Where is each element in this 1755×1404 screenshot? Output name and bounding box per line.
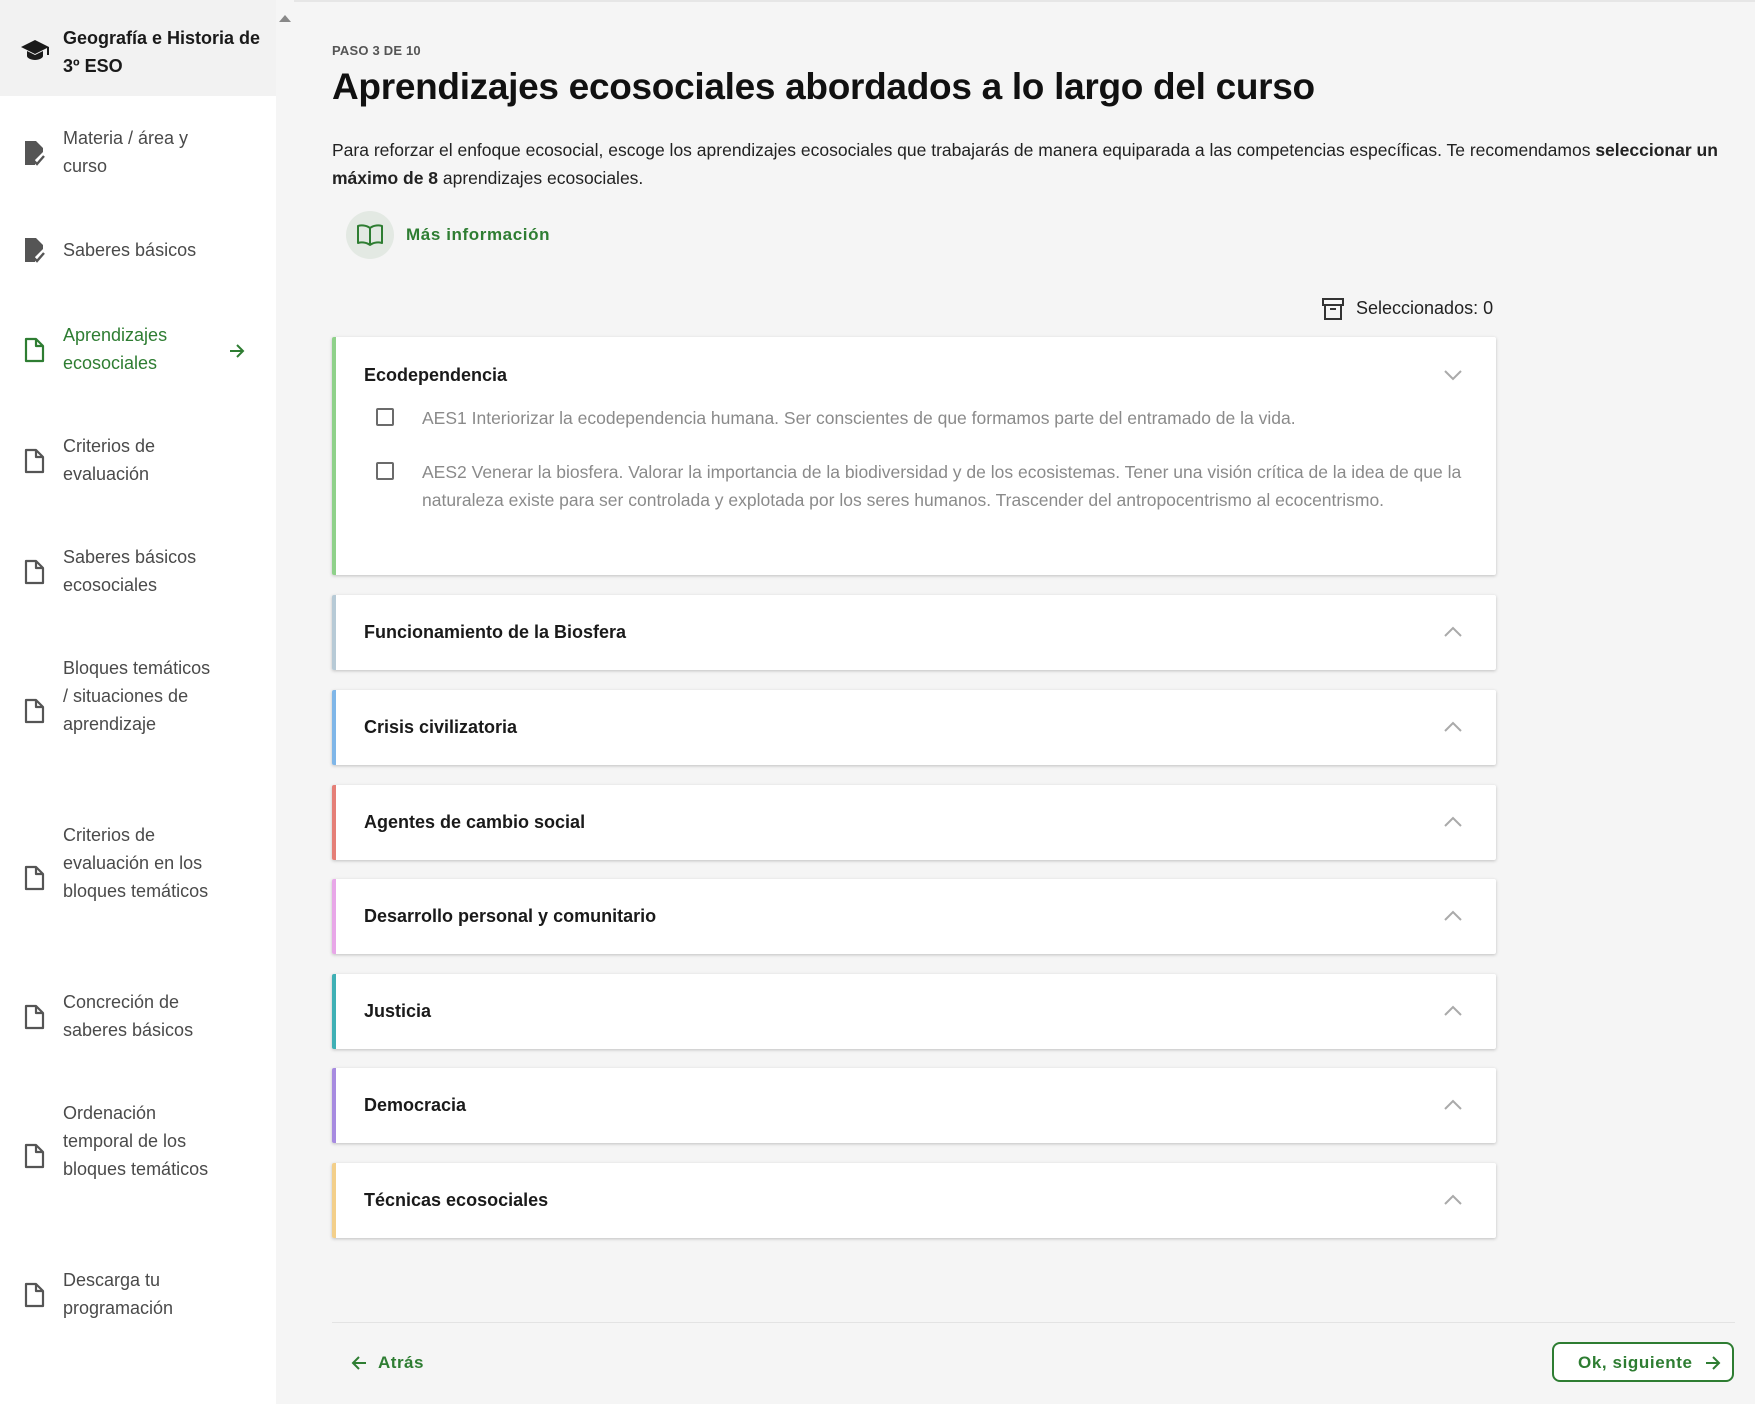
category-color-bar xyxy=(332,595,336,670)
main-content: PASO 3 DE 10 Aprendizajes ecosociales ab… xyxy=(294,0,1755,1404)
category-card-tecnicas-ecosociales[interactable]: Técnicas ecosociales xyxy=(332,1163,1496,1238)
sidebar-item-saberes-basicos[interactable]: Saberes básicos xyxy=(0,235,276,267)
learning-item-aes1: AES1 Interiorizar la ecodependencia huma… xyxy=(376,404,1476,434)
sidebar-item-saberes-basicos-ecosociales[interactable]: Saberes básicos ecosociales xyxy=(0,543,276,603)
file-icon xyxy=(24,448,45,474)
sidebar-item-label: Criterios de evaluación en los bloques t… xyxy=(63,825,209,901)
learning-item-text: AES2 Venerar la biosfera. Valorar la imp… xyxy=(422,462,1462,510)
category-title: Crisis civilizatoria xyxy=(364,717,518,737)
category-color-bar xyxy=(332,974,336,1049)
back-button-label: Atrás xyxy=(378,1353,424,1372)
category-color-bar xyxy=(332,337,336,575)
category-card-agentes-cambio-social[interactable]: Agentes de cambio social xyxy=(332,785,1496,860)
file-icon xyxy=(24,698,45,724)
arrow-right-icon xyxy=(1706,1356,1721,1370)
graduation-cap-icon xyxy=(21,40,49,60)
selected-counter: Seleccionados: 0 xyxy=(1322,296,1522,322)
sidebar-scrollbar[interactable] xyxy=(276,0,294,1404)
category-title: Democracia xyxy=(364,1095,467,1115)
category-card-justicia[interactable]: Justicia xyxy=(332,974,1496,1049)
sidebar-item-label: Ordenación temporal de los bloques temát… xyxy=(63,1103,209,1179)
file-icon xyxy=(24,337,45,363)
next-button[interactable]: Ok, siguiente xyxy=(1552,1342,1734,1382)
intro-text-part: Para reforzar el enfoque ecosocial, esco… xyxy=(332,140,1596,160)
file-icon xyxy=(24,1143,45,1169)
sidebar-item-label: Materia / área y curso xyxy=(63,128,189,176)
sidebar-item-descarga[interactable]: Descarga tu programación xyxy=(0,1266,276,1326)
category-card-desarrollo-personal[interactable]: Desarrollo personal y comunitario xyxy=(332,879,1496,954)
sidebar-item-label: Aprendizajes ecosociales xyxy=(63,325,168,373)
category-title: Agentes de cambio social xyxy=(364,812,586,832)
sidebar-item-criterios-bloques[interactable]: Criterios de evaluación en los bloques t… xyxy=(0,821,276,937)
category-color-bar xyxy=(332,1163,336,1238)
course-title: Geografía e Historia de 3º ESO xyxy=(63,28,261,76)
file-icon xyxy=(24,1004,45,1030)
category-card-crisis-civilizatoria[interactable]: Crisis civilizatoria xyxy=(332,690,1496,765)
chevron-down-icon[interactable] xyxy=(1443,369,1463,381)
category-card-funcionamiento-biosfera[interactable]: Funcionamiento de la Biosfera xyxy=(332,595,1496,670)
category-title: Técnicas ecosociales xyxy=(364,1190,549,1210)
category-title: Ecodependencia xyxy=(364,365,508,385)
checkbox[interactable] xyxy=(376,462,394,480)
sidebar-item-label: Bloques temáticos / situaciones de apren… xyxy=(63,658,211,734)
more-info-icon-circle xyxy=(346,211,394,259)
sidebar-item-bloques-tematicos[interactable]: Bloques temáticos / situaciones de apren… xyxy=(0,654,276,770)
file-icon xyxy=(24,865,45,891)
more-info-label: Más información xyxy=(406,225,551,244)
next-button-label: Ok, siguiente xyxy=(1578,1353,1693,1372)
sidebar-item-criterios-evaluacion[interactable]: Criterios de evaluación xyxy=(0,432,276,492)
file-icon xyxy=(24,559,45,585)
top-divider xyxy=(294,0,1755,2)
sidebar-item-materia[interactable]: Materia / área y curso xyxy=(0,124,276,184)
learning-item-text: AES1 Interiorizar la ecodependencia huma… xyxy=(422,408,1296,428)
category-title: Desarrollo personal y comunitario xyxy=(364,906,657,926)
learning-item-aes2: AES2 Venerar la biosfera. Valorar la imp… xyxy=(376,458,1476,542)
category-card-democracia[interactable]: Democracia xyxy=(332,1068,1496,1143)
sidebar: Geografía e Historia de 3º ESO Materia /… xyxy=(0,0,276,1404)
chevron-up-icon[interactable] xyxy=(1443,910,1463,922)
arrow-right-icon xyxy=(230,344,245,358)
sidebar-item-aprendizajes-ecosociales[interactable]: Aprendizajes ecosociales xyxy=(0,321,276,381)
chevron-up-icon[interactable] xyxy=(1443,1005,1463,1017)
sidebar-item-label: Saberes básicos ecosociales xyxy=(63,547,197,595)
sidebar-item-label: Criterios de evaluación xyxy=(63,436,156,484)
file-check-icon xyxy=(25,238,45,263)
category-color-bar xyxy=(332,785,336,860)
step-indicator: PASO 3 DE 10 xyxy=(332,43,421,58)
arrow-left-icon xyxy=(351,1356,366,1370)
chevron-up-icon[interactable] xyxy=(1443,1194,1463,1206)
category-color-bar xyxy=(332,879,336,954)
back-button[interactable]: Atrás xyxy=(350,1350,470,1376)
chevron-up-icon[interactable] xyxy=(1443,1099,1463,1111)
category-color-bar xyxy=(332,1068,336,1143)
chevron-up-icon[interactable] xyxy=(1443,816,1463,828)
sidebar-item-label: Concreción de saberes básicos xyxy=(63,992,194,1040)
chevron-up-icon[interactable] xyxy=(1443,626,1463,638)
sidebar-item-concrecion-saberes[interactable]: Concreción de saberes básicos xyxy=(0,988,276,1048)
category-card-ecodependencia: Ecodependencia AES1 Interiorizar la ecod… xyxy=(332,337,1496,575)
sidebar-item-label: Saberes básicos xyxy=(63,240,197,260)
sidebar-item-ordenacion-temporal[interactable]: Ordenación temporal de los bloques temát… xyxy=(0,1099,276,1215)
file-check-icon xyxy=(25,141,45,166)
category-title: Justicia xyxy=(364,1001,432,1021)
intro-text-part: aprendizajes ecosociales. xyxy=(438,168,644,188)
scroll-up-icon[interactable] xyxy=(278,12,292,24)
checkbox[interactable] xyxy=(376,408,394,426)
footer-divider xyxy=(332,1322,1735,1323)
archive-box-icon xyxy=(1322,298,1344,320)
sidebar-item-label: Descarga tu programación xyxy=(63,1270,174,1318)
chevron-up-icon[interactable] xyxy=(1443,721,1463,733)
page-title: Aprendizajes ecosociales abordados a lo … xyxy=(332,66,1315,107)
book-open-icon xyxy=(357,224,383,246)
category-color-bar xyxy=(332,690,336,765)
intro-text: Para reforzar el enfoque ecosocial, esco… xyxy=(332,136,1732,192)
category-title: Funcionamiento de la Biosfera xyxy=(364,622,627,642)
selected-count-label: Seleccionados: 0 xyxy=(1356,298,1494,318)
sidebar-header: Geografía e Historia de 3º ESO xyxy=(0,0,276,96)
file-icon xyxy=(24,1282,45,1308)
